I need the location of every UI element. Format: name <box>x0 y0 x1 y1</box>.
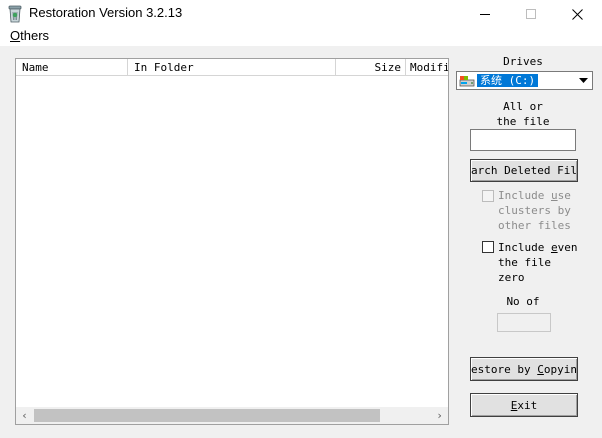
close-icon <box>571 8 583 20</box>
restore-by-copying-button[interactable]: Restore by Copying <box>470 357 578 381</box>
selected-drive: 系统 (C:) <box>477 74 539 87</box>
include-zero-files-checkbox[interactable] <box>482 241 494 253</box>
scrollbar-thumb[interactable] <box>34 409 380 422</box>
include-used-clusters-label: Include use clusters by other files <box>498 189 571 232</box>
file-name-input[interactable] <box>470 129 576 151</box>
drive-select[interactable]: 系统 (C:) <box>456 71 593 90</box>
list-header: Name In Folder Size Modifi <box>16 59 448 76</box>
title-bar: Restoration Version 3.2.13 <box>0 0 602 28</box>
scroll-right-icon[interactable]: › <box>431 407 448 424</box>
recycle-bin-icon <box>7 5 23 23</box>
file-count-value <box>497 313 551 332</box>
minimize-icon <box>480 9 490 19</box>
column-in-folder[interactable]: In Folder <box>128 59 336 76</box>
column-modified[interactable]: Modifi <box>406 59 448 76</box>
column-name[interactable]: Name <box>16 59 128 76</box>
file-count-label: No of <box>506 295 540 308</box>
hard-drive-icon <box>459 75 475 87</box>
include-used-clusters-checkbox[interactable] <box>482 190 494 202</box>
menu-others[interactable]: Others <box>10 28 49 44</box>
close-button[interactable] <box>554 0 600 28</box>
horizontal-scrollbar[interactable]: ‹ › <box>16 407 448 424</box>
maximize-button[interactable] <box>508 0 554 28</box>
menu-bar: Others <box>0 28 602 46</box>
column-size[interactable]: Size <box>336 59 406 76</box>
search-label-line1: All or <box>503 100 543 113</box>
scroll-left-icon[interactable]: ‹ <box>16 407 33 424</box>
window-title: Restoration Version 3.2.13 <box>29 5 183 20</box>
search-deleted-files-button[interactable]: earch Deleted File <box>470 159 578 182</box>
exit-button[interactable]: Exit <box>470 393 578 417</box>
drives-label: Drives <box>503 55 543 68</box>
minimize-button[interactable] <box>462 0 508 28</box>
maximize-icon <box>526 9 536 19</box>
deleted-files-list[interactable]: Name In Folder Size Modifi ‹ › <box>15 58 449 425</box>
chevron-down-icon[interactable] <box>575 72 592 89</box>
include-zero-files-label: Include even the file zero <box>498 241 578 284</box>
search-label-line2: the file <box>496 115 550 128</box>
